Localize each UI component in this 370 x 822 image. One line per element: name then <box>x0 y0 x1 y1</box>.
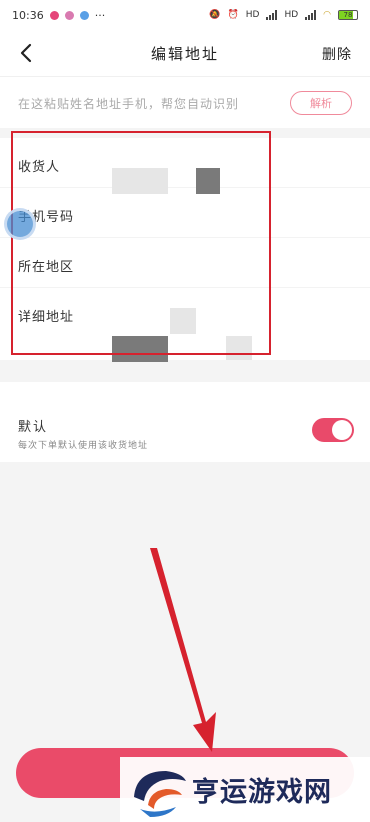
parse-button[interactable]: 解析 <box>290 91 352 115</box>
paste-placeholder: 在这粘贴姓名地址手机，帮您自动识别 <box>18 97 240 111</box>
wifi-icon: ◠ <box>323 10 331 20</box>
default-label: 默认 <box>18 420 49 435</box>
mute-icon: 🔕 <box>209 10 221 20</box>
signal-icon <box>266 10 278 20</box>
paste-area[interactable]: 在这粘贴姓名地址手机，帮您自动识别 解析 <box>0 76 370 128</box>
notification-icon <box>49 10 59 20</box>
default-toggle[interactable] <box>312 418 354 442</box>
floating-assistant-icon[interactable] <box>4 208 36 240</box>
hd-label: HD <box>284 10 299 20</box>
annotation-highlight-box <box>11 131 271 355</box>
nav-bar: 编辑地址 删除 <box>0 30 370 76</box>
page-title: 编辑地址 <box>150 44 219 63</box>
alarm-icon: ⏰ <box>227 10 239 20</box>
signal-icon <box>305 10 317 20</box>
more-notifications-icon: ··· <box>94 8 106 22</box>
status-time: 10:36 <box>12 8 44 22</box>
toggle-knob <box>332 420 352 440</box>
notification-icon <box>79 10 89 20</box>
watermark: 亨运游戏网 <box>120 757 370 822</box>
delete-button[interactable]: 删除 <box>322 44 352 64</box>
default-address-panel: 默认 每次下单默认使用该收货地址 <box>0 382 370 462</box>
watermark-logo-icon <box>134 770 186 817</box>
watermark-text: 亨运游戏网 <box>192 777 332 808</box>
back-arrow-icon[interactable] <box>14 40 40 66</box>
hd-label: HD <box>245 10 260 20</box>
notification-icon <box>64 10 74 20</box>
default-description: 每次下单默认使用该收货地址 <box>18 441 149 451</box>
status-bar: 10:36 ··· 🔕 ⏰ HD HD ◠ 78 <box>0 0 370 30</box>
battery-icon: 78 <box>338 10 358 20</box>
